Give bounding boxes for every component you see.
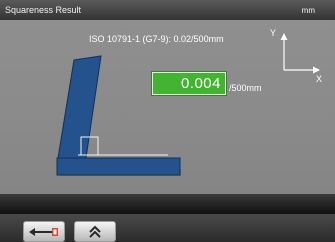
axis-indicator: Y X [268,28,335,112]
tolerance-standard: ISO 10791-1 (G7-9): 0.02/500mm [89,34,224,44]
scroll-up-button[interactable] [74,221,116,242]
back-button[interactable] [23,221,65,242]
title-bar: Squareness Result mm [0,0,335,20]
upright-block [57,55,102,159]
y-axis-label: Y [270,28,277,38]
squareness-value-box: 0.004 [152,72,226,95]
unit-label: mm [301,6,315,15]
bottom-toolbar [0,214,335,242]
back-arrow-icon [29,228,58,236]
base-block [56,157,181,176]
window-title: Squareness Result [5,5,82,15]
separator-band [0,194,335,214]
squareness-result-screen: Squareness Result mm ISO 10791-1 (G7-9):… [0,0,335,242]
per-length-label: /500mm [229,83,262,93]
result-panel: ISO 10791-1 (G7-9): 0.02/500mm 0.004 /50… [0,20,335,194]
squareness-value: 0.004 [180,75,221,92]
double-chevron-up-icon [89,225,101,238]
axis-arrows-icon [280,33,320,74]
x-axis-label: X [316,74,323,84]
